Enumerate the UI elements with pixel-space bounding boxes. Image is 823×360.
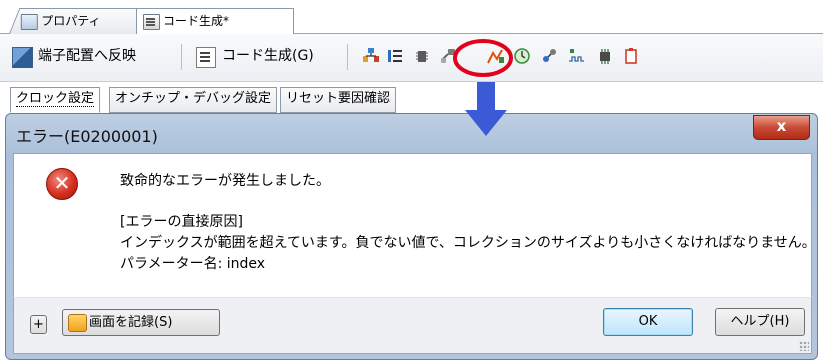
dialog-title: エラー(E0200001) — [16, 127, 158, 146]
tab-properties-label: プロパティ — [41, 14, 101, 28]
settings-tab-bar: クロック設定 オンチップ・デバッグ設定 リセット要因確認 — [0, 82, 823, 113]
clock-icon[interactable] — [513, 47, 531, 65]
error-cause-heading: [エラーの直接原因] — [120, 214, 243, 230]
tab-code-generation[interactable]: コード生成* — [136, 8, 294, 36]
pin-list-icon[interactable] — [386, 47, 404, 65]
camera-icon — [68, 314, 87, 332]
network-icon[interactable] — [541, 47, 559, 65]
waveform-icon[interactable] — [568, 47, 586, 65]
dialog-message-area: ✕ 致命的なエラーが発生しました。 [エラーの直接原因] インデックスが範囲を超… — [13, 153, 816, 299]
generate-code-label: コード生成(G) — [222, 48, 314, 64]
tab-onchip-debug-settings-label: オンチップ・デバッグ設定 — [115, 91, 272, 106]
tab-clock-settings-label: クロック設定 — [16, 91, 95, 107]
help-button[interactable]: ヘルプ(H) — [715, 308, 805, 336]
properties-icon — [20, 14, 38, 30]
tab-reset-cause-label: リセット要因確認 — [286, 91, 391, 106]
tab-clock-settings[interactable]: クロック設定 — [10, 87, 101, 113]
record-screen-label: 画面を記録(S) — [89, 315, 173, 330]
pin-reflect-icon — [12, 47, 33, 68]
tab-code-generation-label: コード生成* — [163, 14, 230, 28]
error-headline: 致命的なエラーが発生しました。 — [120, 173, 330, 189]
close-button[interactable]: x — [753, 115, 810, 140]
close-icon: x — [776, 117, 787, 135]
clipboard-icon[interactable] — [622, 47, 640, 65]
pin-layout-icon[interactable] — [362, 47, 380, 65]
error-parameter-name: パラメーター名: index — [120, 256, 266, 272]
code-generation-icon — [196, 47, 216, 68]
memory-icon[interactable] — [596, 47, 614, 65]
error-cause-detail: インデックスが範囲を超えています。負でない値で、コレクションのサイズよりも小さく… — [120, 235, 816, 251]
dialog-button-bar: + 画面を記録(S) OK ヘルプ(H) — [13, 297, 812, 354]
toolbar-separator — [347, 44, 348, 70]
error-icon: ✕ — [46, 168, 78, 200]
tab-onchip-debug-settings[interactable]: オンチップ・デバッグ設定 — [109, 87, 278, 113]
expand-details-button[interactable]: + — [30, 315, 47, 334]
highlight-circle — [453, 39, 513, 77]
reflect-pins-label: 端子配置へ反映 — [38, 48, 136, 64]
annotation-arrow-icon — [465, 82, 507, 136]
device-icon[interactable] — [413, 47, 431, 65]
toolbar-separator — [181, 44, 182, 70]
error-dialog: エラー(E0200001) x ✕ 致命的なエラーが発生しました。 [エラーの直… — [5, 113, 818, 360]
ok-button[interactable]: OK — [603, 308, 693, 336]
toolbar: 端子配置へ反映 コード生成(G) — [0, 34, 823, 82]
tab-reset-cause[interactable]: リセット要因確認 — [280, 87, 397, 113]
code-generation-icon — [143, 14, 160, 30]
document-tab-bar: プロパティ コード生成* — [0, 0, 823, 36]
record-screen-button[interactable]: 画面を記録(S) — [62, 309, 220, 336]
resize-grip-icon[interactable] — [799, 341, 809, 351]
